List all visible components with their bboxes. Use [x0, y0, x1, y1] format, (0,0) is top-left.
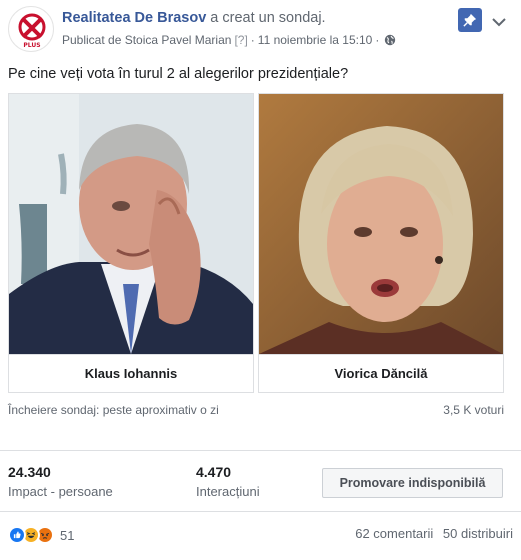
engagement-metric[interactable]: 4.470 Interacțiuni: [196, 463, 260, 501]
promote-button[interactable]: Promovare indisponibilă: [322, 468, 503, 498]
pin-icon[interactable]: [458, 8, 482, 32]
reactions-summary[interactable]: 51: [8, 524, 74, 546]
option-2-label: Viorica Dăncilă: [259, 354, 503, 392]
page-name-link[interactable]: Realitatea De Brasov: [62, 10, 206, 26]
page-avatar[interactable]: PLUS: [8, 6, 54, 52]
post-date-link[interactable]: 11 noiembrie la 15:10: [258, 32, 373, 48]
globe-icon: [384, 34, 396, 46]
post-subtitle-line: Publicat de Stoica Pavel Marian [?] · 11…: [62, 32, 452, 48]
reach-value: 24.340: [8, 464, 51, 480]
help-marker[interactable]: [?]: [234, 32, 247, 48]
like-icon: [8, 526, 26, 544]
separator: ·: [375, 33, 380, 47]
comment-share-counts: 62 comentarii 50 distribuiri: [355, 526, 513, 541]
post-meta: Realitatea De Brasov a creat un sondaj. …: [62, 8, 452, 48]
reach-metric[interactable]: 24.340 Impact - persoane: [8, 463, 113, 501]
poll-question: Pe cine veți vota în turul 2 al alegeril…: [8, 66, 349, 82]
option-1-label: Klaus Iohannis: [9, 354, 253, 392]
poll-option-1[interactable]: Klaus Iohannis: [8, 93, 254, 393]
published-by-text: Publicat de Stoica Pavel Marian: [62, 33, 232, 47]
poll-end-text: Încheiere sondaj: peste aproximativ o zi: [8, 403, 219, 417]
comments-link[interactable]: 62 comentarii: [355, 526, 433, 541]
poll-option-2[interactable]: Viorica Dăncilă: [258, 93, 504, 393]
post-card: PLUS Realitatea De Brasov a creat un son…: [0, 0, 521, 560]
chevron-down-icon[interactable]: [492, 14, 506, 27]
reaction-count: 51: [60, 527, 75, 543]
shares-link[interactable]: 50 distribuiri: [443, 526, 513, 541]
post-header: PLUS Realitatea De Brasov a creat un son…: [8, 6, 513, 56]
post-action-text: a creat un sondaj.: [210, 10, 326, 26]
post-title-line: Realitatea De Brasov a creat un sondaj.: [62, 8, 452, 28]
option-1-photo: [9, 94, 253, 354]
insights-bar: 24.340 Impact - persoane 4.470 Interacți…: [0, 450, 521, 512]
avatar-text: PLUS: [23, 42, 40, 49]
votes-count[interactable]: 3,5 K voturi: [443, 403, 504, 417]
engagement-label: Interacțiuni: [196, 484, 260, 499]
reach-label: Impact - persoane: [8, 484, 113, 499]
separator: ·: [250, 33, 255, 47]
option-2-photo: [259, 94, 503, 354]
engagement-value: 4.470: [196, 464, 232, 480]
